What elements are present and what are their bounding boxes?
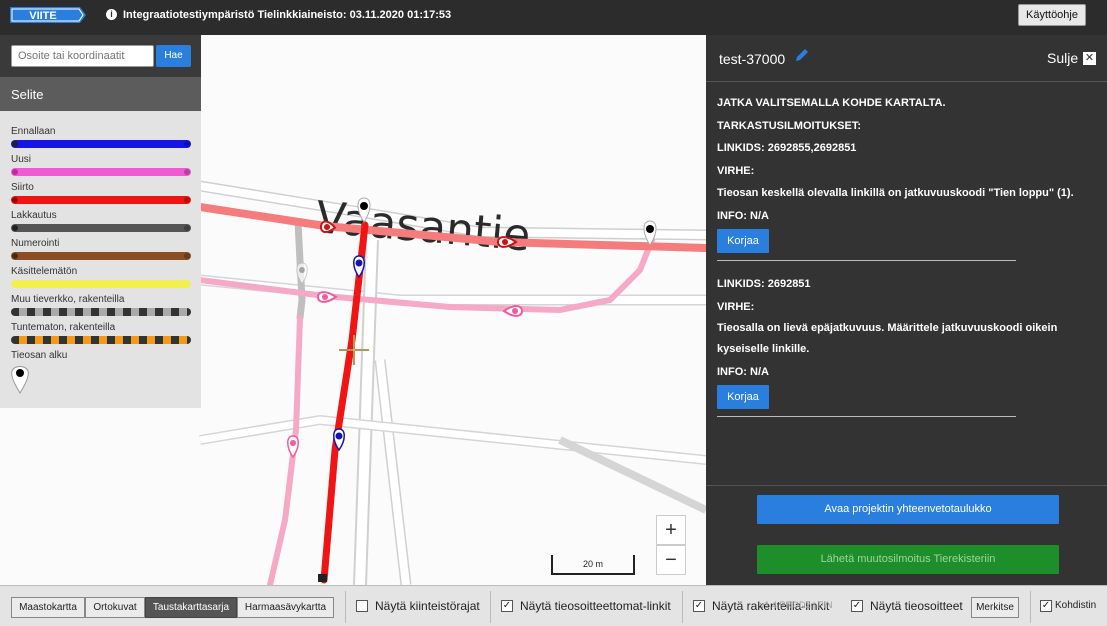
notice-divider <box>717 416 1016 417</box>
legend-item-numerointi: Numerointi <box>11 238 191 260</box>
panel-footer-separator <box>706 485 1107 486</box>
bottom-bar: Maastokartta Ortokuvat Taustakarttasarja… <box>0 585 1107 626</box>
notice-linkids: LINKIDS: 2692851 <box>717 278 811 290</box>
version-text: v1.4 PROD2 | FIN <box>760 600 833 610</box>
road-addresses-checkbox[interactable]: ✓ <box>851 600 863 612</box>
top-bar: VIITE i Integraatiotestiympäristö Tielin… <box>0 0 1107 35</box>
pink-pin[interactable] <box>287 435 299 459</box>
separator <box>345 591 346 623</box>
legend-label: Muu tieverkko, rakenteilla <box>11 294 125 305</box>
checkbox-label: Näytä kiinteistörajat <box>375 599 480 613</box>
separator <box>682 591 683 623</box>
fix-button[interactable]: Korjaa <box>717 229 769 253</box>
fix-button[interactable]: Korjaa <box>717 385 769 409</box>
legend-swatch <box>11 252 191 260</box>
zoom-out-button[interactable]: − <box>656 545 686 575</box>
notice-error-text: Tieosan keskellä olevalla linkillä on ja… <box>717 187 1074 199</box>
logo-text: VIITE <box>29 10 57 22</box>
kohdistin-checkbox[interactable]: ✓ <box>1040 600 1052 612</box>
map-road-left-core <box>199 416 706 464</box>
legend-item-kasittelematon: Käsittelemätön <box>11 266 191 288</box>
search-button[interactable]: Hae <box>156 45 191 67</box>
legend-swatch <box>11 308 191 316</box>
layer-button-taustakarttasarja[interactable]: Taustakarttasarja <box>145 597 237 618</box>
pencil-icon[interactable] <box>794 47 810 63</box>
legend-label: Käsittelemätön <box>11 266 78 277</box>
legend-swatch <box>11 336 191 344</box>
legend-item-lakkautus: Lakkautus <box>11 210 191 232</box>
open-summary-button[interactable]: Avaa projektin yhteenvetotaulukko <box>757 495 1059 524</box>
environment-title: Integraatiotestiympäristö Tielinkkiainei… <box>123 9 452 21</box>
separator <box>1030 591 1031 623</box>
property-borders-checkbox[interactable] <box>356 600 368 612</box>
legend-title: Selite <box>0 77 201 111</box>
notice-linkids: LINKIDS: 2692855,2692851 <box>717 142 857 154</box>
direction-marker-dot <box>324 224 330 230</box>
mark-button[interactable]: Merkitse <box>971 597 1019 618</box>
notice-error-text: Tieosalla on lievä epäjatkuvuus. Määritt… <box>717 322 1058 355</box>
legend-item-ennallaan: Ennallaan <box>11 126 191 148</box>
viite-app: VIITE i Integraatiotestiympäristö Tielin… <box>0 0 1107 626</box>
search-box: Hae <box>0 35 201 77</box>
instruction-text: JATKA VALITSEMALLA KOHDE KARTALTA. <box>717 97 946 109</box>
scale-label: 20 m <box>582 559 603 569</box>
notice-info: INFO: N/A <box>717 210 769 222</box>
legend-label: Numerointi <box>11 238 60 249</box>
close-icon[interactable]: ✕ <box>1083 52 1096 65</box>
legend-swatch <box>11 140 191 148</box>
legend-label: Siirto <box>11 182 34 193</box>
legend-swatch <box>11 168 191 176</box>
search-input[interactable] <box>11 45 154 67</box>
layer-button-harmaasavykartta[interactable]: Harmaasävykartta <box>237 597 334 618</box>
unaddressed-links-checkbox[interactable]: ✓ <box>501 600 513 612</box>
legend-label: Ennallaan <box>11 126 56 137</box>
legend-item-tuntematon: Tuntematon, rakenteilla <box>11 322 191 344</box>
legend-label: Uusi <box>11 154 32 165</box>
close-label[interactable]: Sulje <box>1047 50 1078 66</box>
layer-button-maastokartta[interactable]: Maastokartta <box>11 597 85 618</box>
checks-title: TARKASTUSILMOITUKSET: <box>717 120 862 132</box>
scale-bar: 20 m <box>551 555 635 575</box>
send-change-notice-button[interactable]: Lähetä muutosilmoitus Tierekisteriin <box>757 545 1059 574</box>
map-link-end-marker <box>318 574 327 582</box>
legend-label: Tuntematon, rakenteilla <box>11 322 116 333</box>
map-road-side-core <box>376 359 410 585</box>
legend-swatch <box>11 196 191 204</box>
legend-label: Lakkautus <box>11 210 57 221</box>
road-part-start-icon <box>11 366 29 394</box>
zoom-in-button[interactable]: + <box>656 515 686 545</box>
construction-links-checkbox[interactable]: ✓ <box>693 600 705 612</box>
legend-item-muu-tieverkko: Muu tieverkko, rakenteilla <box>11 294 191 316</box>
project-name: test-37000 <box>719 51 786 67</box>
notice-error-title: VIRHE: <box>717 165 755 177</box>
legend-item-siirto: Siirto <box>11 182 191 204</box>
separator <box>490 591 491 623</box>
legend-item-uusi: Uusi <box>11 154 191 176</box>
viite-logo[interactable]: VIITE <box>10 7 86 23</box>
notice-divider <box>717 260 1016 261</box>
notice-info: INFO: N/A <box>717 366 769 378</box>
help-button[interactable]: Käyttöohje <box>1018 4 1086 26</box>
panel-header: test-37000 Sulje ✕ <box>706 35 1107 82</box>
project-panel: test-37000 Sulje ✕ JATKA VALITSEMALLA KO… <box>706 35 1107 585</box>
legend-panel: Selite Ennallaan Uusi Siirto Lakkautus N… <box>0 77 201 408</box>
checkbox-label: Näytä tieosoitteet <box>870 599 963 613</box>
notice-error-title: VIRHE: <box>717 301 755 313</box>
layer-button-ortokuvat[interactable]: Ortokuvat <box>85 597 145 618</box>
legend-label: Tieosan alku <box>11 350 68 361</box>
legend-item-tieosan-alku: Tieosan alku <box>11 350 191 399</box>
legend-swatch <box>11 224 191 232</box>
kohdistin-label: Kohdistin <box>1055 600 1097 611</box>
checkbox-label: Näytä tieosoitteettomat-linkit <box>520 599 671 613</box>
legend-swatch <box>11 280 191 288</box>
info-icon: i <box>106 9 117 20</box>
